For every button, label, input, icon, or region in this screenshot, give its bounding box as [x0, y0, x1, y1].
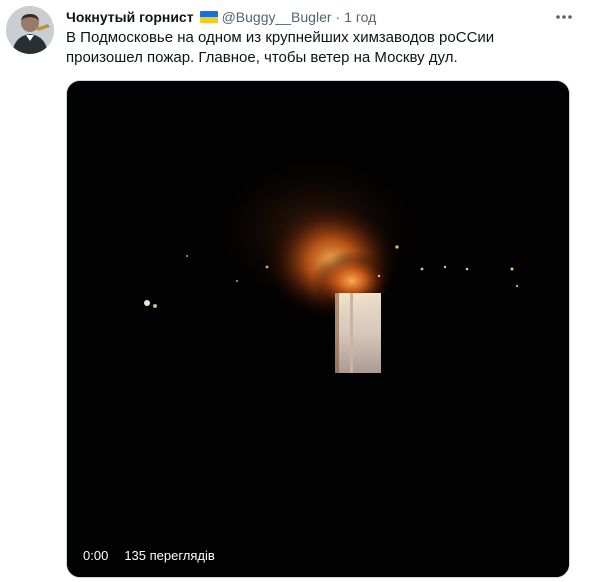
video-player[interactable]: 0:00 135 переглядів — [66, 80, 570, 578]
tweet-timestamp[interactable]: 1 год — [344, 8, 376, 26]
user-avatar[interactable] — [6, 6, 54, 54]
video-views: 135 переглядів — [124, 548, 215, 563]
tweet-text: В Подмосковье на одном из крупнейших хим… — [66, 29, 495, 66]
tweet-card[interactable]: Чокнутый горнист @Buggy__Bugler · 1 год … — [0, 0, 591, 582]
ukraine-flag-icon — [199, 11, 218, 23]
separator-dot: · — [335, 9, 341, 25]
display-name[interactable]: Чокнутый горнист — [66, 8, 194, 26]
more-options-icon[interactable] — [553, 6, 575, 28]
user-handle[interactable]: @Buggy__Bugler — [222, 8, 332, 26]
video-time: 0:00 — [83, 548, 109, 563]
tweet-header: Чокнутый горнист @Buggy__Bugler · 1 год — [66, 8, 551, 26]
video-meta: 0:00 135 переглядів — [83, 548, 215, 564]
video-frame — [67, 81, 569, 577]
